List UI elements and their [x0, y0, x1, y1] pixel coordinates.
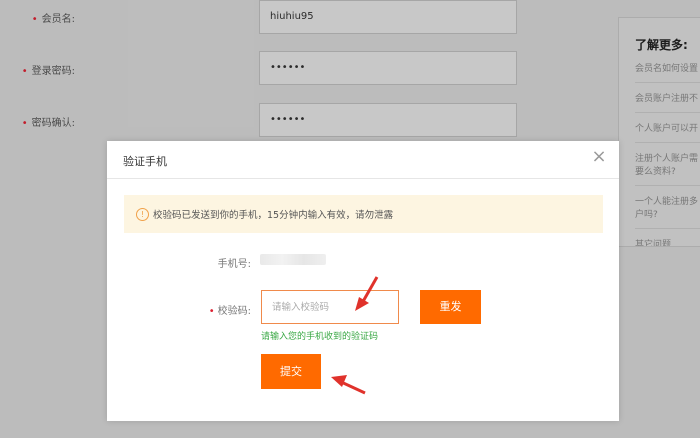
close-icon: ×	[591, 146, 607, 167]
resend-button[interactable]: 重发	[420, 290, 481, 324]
dialog-header: 验证手机 ×	[107, 141, 619, 179]
notice-text: 校验码已发送到你的手机，15分钟内输入有效，请勿泄露	[153, 210, 394, 221]
dialog-title: 验证手机	[123, 155, 167, 168]
close-button[interactable]: ×	[589, 147, 609, 167]
sms-sent-notice: ! 校验码已发送到你的手机，15分钟内输入有效，请勿泄露	[124, 195, 603, 233]
warning-icon: !	[136, 207, 149, 221]
submit-button[interactable]: 提交	[261, 354, 321, 389]
code-hint: 请输入您的手机收到的验证码	[261, 332, 379, 342]
annotation-arrow-icon	[331, 375, 366, 395]
masked-phone-number	[260, 254, 326, 265]
code-label: • 校验码:	[208, 306, 251, 317]
phone-label: 手机号:	[217, 259, 251, 270]
verify-phone-dialog: 验证手机 × ! 校验码已发送到你的手机，15分钟内输入有效，请勿泄露 手机号:…	[107, 141, 619, 421]
annotation-arrow-icon	[355, 276, 379, 311]
